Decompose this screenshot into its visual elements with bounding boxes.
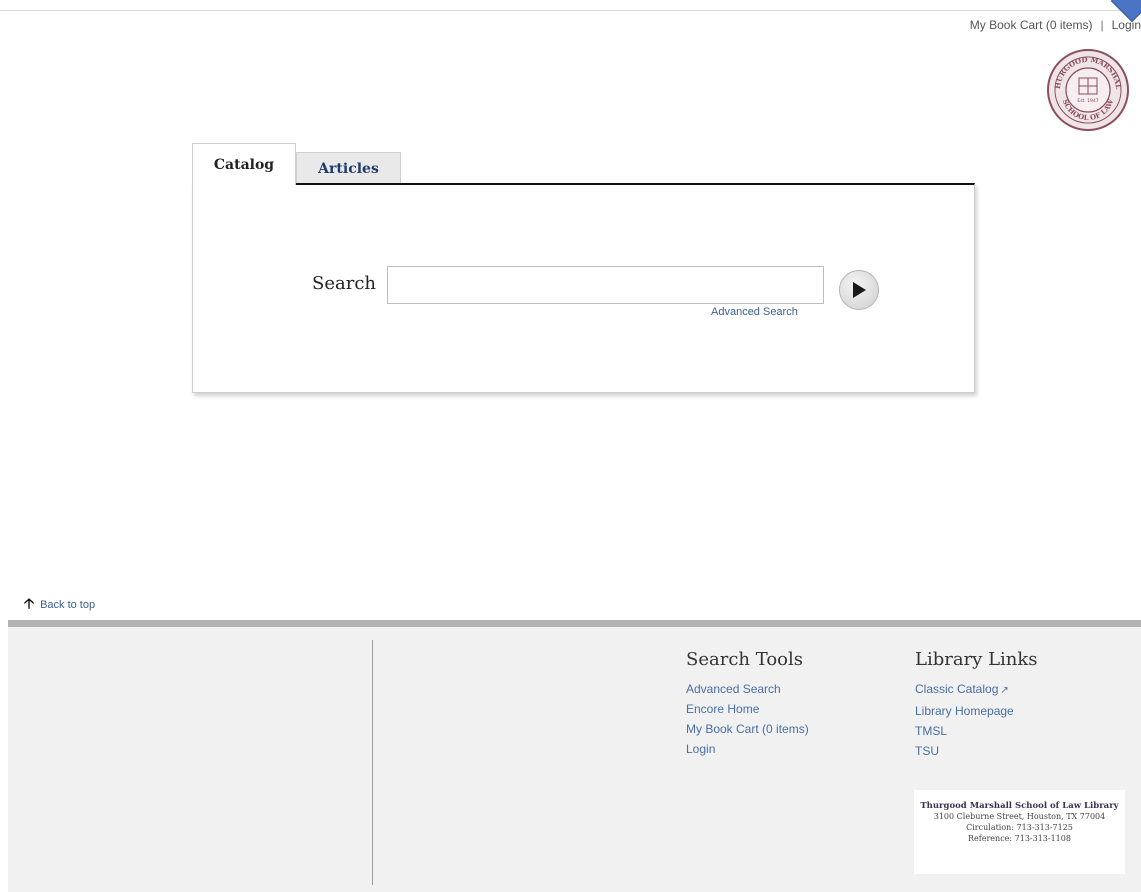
library-street: 3100 Cleburne Street, Houston, TX 77004 — [933, 812, 1106, 821]
search-tools-column: Search Tools Advanced Search Encore Home… — [686, 649, 809, 759]
external-link-icon: ↗ — [1000, 685, 1009, 696]
book-cart-link[interactable]: My Book Cart (0 items) — [970, 18, 1093, 32]
search-submit-button[interactable] — [839, 270, 879, 310]
tmsl-link[interactable]: TMSL — [915, 721, 1038, 741]
library-homepage-link[interactable]: Library Homepage — [915, 701, 1038, 721]
school-seal-logo[interactable]: THURGOOD MARSHALL SCHOOL OF LAW Est. 194… — [1046, 48, 1130, 132]
library-circulation: Circulation: 713-313-7125 — [966, 823, 1073, 832]
footer-book-cart-link[interactable]: My Book Cart (0 items) — [686, 719, 809, 739]
account-links: My Book Cart (0 items) | Login — [970, 18, 1141, 32]
link-separator: | — [1100, 18, 1104, 32]
login-link[interactable]: Login — [1112, 18, 1141, 32]
library-reference: Reference: 713-313-1108 — [968, 834, 1071, 843]
svg-text:Est. 1947: Est. 1947 — [1077, 98, 1098, 104]
footer-divider — [372, 640, 373, 885]
arrow-up-icon: 🡡 — [24, 595, 35, 611]
top-divider — [0, 10, 1141, 11]
classic-catalog-label: Classic Catalog — [915, 682, 999, 696]
play-arrow-icon — [853, 282, 866, 298]
search-label: Search — [312, 273, 376, 294]
search-tools-heading: Search Tools — [686, 649, 803, 670]
search-panel: Search Advanced Search — [192, 183, 975, 393]
advanced-search-link[interactable]: Advanced Search — [711, 306, 798, 318]
footer-login-link[interactable]: Login — [686, 739, 809, 759]
library-address-card: Thurgood Marshall School of Law Library … — [914, 790, 1125, 874]
footer-advanced-search-link[interactable]: Advanced Search — [686, 679, 809, 699]
footer-encore-home-link[interactable]: Encore Home — [686, 699, 809, 719]
back-to-top-label: Back to top — [40, 599, 96, 611]
tab-catalog[interactable]: Catalog — [192, 143, 296, 185]
tsu-link[interactable]: TSU — [915, 741, 1038, 761]
footer: Search Tools Advanced Search Encore Home… — [8, 620, 1141, 892]
library-links-heading: Library Links — [915, 649, 1038, 670]
back-to-top-link[interactable]: 🡡 Back to top — [24, 593, 95, 617]
search-input[interactable] — [387, 266, 824, 304]
classic-catalog-link[interactable]: Classic Catalog ↗ — [915, 679, 1038, 701]
tab-articles[interactable]: Articles — [296, 152, 401, 184]
library-links-column: Library Links Classic Catalog ↗ Library H… — [915, 649, 1038, 761]
library-name: Thurgood Marshall School of Law Library — [920, 801, 1119, 811]
